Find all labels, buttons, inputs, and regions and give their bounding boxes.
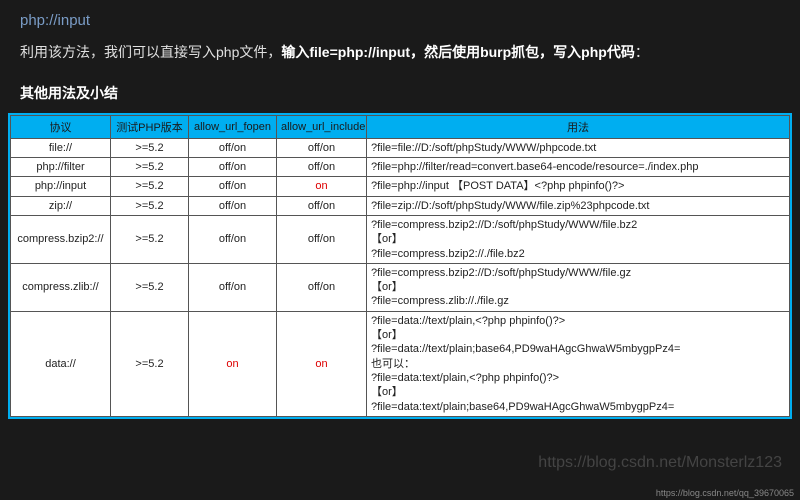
cell-proto: php://input bbox=[11, 177, 111, 196]
cell-fopen: off/on bbox=[189, 158, 277, 177]
cell-fopen: off/on bbox=[189, 138, 277, 157]
cell-include: on bbox=[277, 311, 367, 416]
cell-proto: compress.zlib:// bbox=[11, 263, 111, 311]
cell-proto: file:// bbox=[11, 138, 111, 157]
table-row: php://filter>=5.2off/onoff/on?file=php:/… bbox=[11, 158, 790, 177]
cell-fopen: off/on bbox=[189, 196, 277, 215]
cell-include: off/on bbox=[277, 263, 367, 311]
table-row: file://>=5.2off/onoff/on?file=file://D:/… bbox=[11, 138, 790, 157]
table-header-row: 协议 测试PHP版本 allow_url_fopen allow_url_inc… bbox=[11, 115, 790, 138]
protocol-table-wrap: 协议 测试PHP版本 allow_url_fopen allow_url_inc… bbox=[8, 113, 792, 419]
para-text-3: ： bbox=[635, 44, 649, 60]
cell-proto: compress.bzip2:// bbox=[11, 215, 111, 263]
table-row: compress.bzip2://>=5.2off/onoff/on?file=… bbox=[11, 215, 790, 263]
cell-usage: ?file=data://text/plain,<?php phpinfo()?… bbox=[367, 311, 790, 416]
table-row: zip://>=5.2off/onoff/on?file=zip://D:/so… bbox=[11, 196, 790, 215]
para-bold: 输入file=php://input，然后使用burp抓包，写入php代码 bbox=[281, 44, 634, 60]
th-fopen: allow_url_fopen bbox=[189, 115, 277, 138]
cell-ver: >=5.2 bbox=[111, 263, 189, 311]
cell-ver: >=5.2 bbox=[111, 177, 189, 196]
cell-ver: >=5.2 bbox=[111, 311, 189, 416]
cell-ver: >=5.2 bbox=[111, 158, 189, 177]
table-row: php://input>=5.2off/onon?file=php://inpu… bbox=[11, 177, 790, 196]
cell-usage: ?file=compress.bzip2://D:/soft/phpStudy/… bbox=[367, 215, 790, 263]
th-proto: 协议 bbox=[11, 115, 111, 138]
cell-usage: ?file=php://filter/read=convert.base64-e… bbox=[367, 158, 790, 177]
table-row: compress.zlib://>=5.2off/onoff/on?file=c… bbox=[11, 263, 790, 311]
cell-fopen: off/on bbox=[189, 215, 277, 263]
cell-include: off/on bbox=[277, 215, 367, 263]
section-heading: php://input bbox=[20, 12, 780, 29]
cell-include: off/on bbox=[277, 158, 367, 177]
cell-ver: >=5.2 bbox=[111, 215, 189, 263]
cell-usage: ?file=php://input 【POST DATA】<?php phpin… bbox=[367, 177, 790, 196]
watermark-text: https://blog.csdn.net/Monsterlz123 bbox=[538, 454, 782, 472]
cell-proto: data:// bbox=[11, 311, 111, 416]
footer-url: https://blog.csdn.net/qq_39670065 bbox=[656, 488, 794, 498]
para-text-1: 利用该方法，我们可以直接写入php文件， bbox=[20, 44, 281, 60]
cell-fopen: on bbox=[189, 311, 277, 416]
th-include: allow_url_include bbox=[277, 115, 367, 138]
cell-ver: >=5.2 bbox=[111, 138, 189, 157]
cell-include: on bbox=[277, 177, 367, 196]
sub-heading: 其他用法及小结 bbox=[20, 83, 780, 103]
cell-include: off/on bbox=[277, 196, 367, 215]
protocol-table: 协议 测试PHP版本 allow_url_fopen allow_url_inc… bbox=[10, 115, 790, 417]
intro-paragraph: 利用该方法，我们可以直接写入php文件，输入file=php://input，然… bbox=[20, 41, 780, 65]
cell-fopen: off/on bbox=[189, 177, 277, 196]
table-row: data://>=5.2onon?file=data://text/plain,… bbox=[11, 311, 790, 416]
cell-usage: ?file=zip://D:/soft/phpStudy/WWW/file.zi… bbox=[367, 196, 790, 215]
cell-usage: ?file=compress.bzip2://D:/soft/phpStudy/… bbox=[367, 263, 790, 311]
cell-include: off/on bbox=[277, 138, 367, 157]
cell-usage: ?file=file://D:/soft/phpStudy/WWW/phpcod… bbox=[367, 138, 790, 157]
cell-fopen: off/on bbox=[189, 263, 277, 311]
cell-ver: >=5.2 bbox=[111, 196, 189, 215]
cell-proto: zip:// bbox=[11, 196, 111, 215]
th-ver: 测试PHP版本 bbox=[111, 115, 189, 138]
cell-proto: php://filter bbox=[11, 158, 111, 177]
th-usage: 用法 bbox=[367, 115, 790, 138]
